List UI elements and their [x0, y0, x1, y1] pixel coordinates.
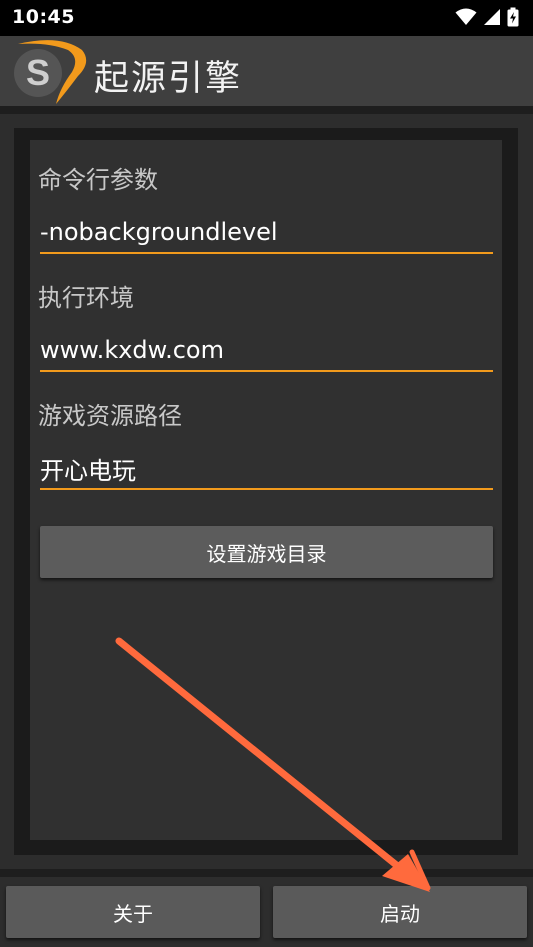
status-icons	[455, 7, 519, 27]
app-bar: S 起源引擎	[0, 36, 533, 106]
env-input[interactable]	[40, 330, 493, 372]
launch-button[interactable]: 启动	[273, 886, 527, 938]
battery-charging-icon	[507, 7, 519, 27]
cmdline-label: 命令行参数	[38, 166, 158, 194]
wifi-icon	[455, 8, 477, 25]
signal-icon	[484, 9, 500, 25]
settings-form: 命令行参数 执行环境 游戏资源路径 设置游戏目录	[30, 140, 502, 840]
status-bar: 10:45	[0, 0, 533, 36]
env-label: 执行环境	[38, 284, 134, 312]
app-bar-divider	[0, 106, 533, 114]
app-title: 起源引擎	[94, 59, 243, 99]
status-time: 10:45	[12, 6, 75, 28]
gamepath-input[interactable]	[40, 448, 493, 490]
about-button[interactable]: 关于	[6, 886, 260, 938]
gamepath-label: 游戏资源路径	[38, 402, 182, 430]
settings-panel: 命令行参数 执行环境 游戏资源路径 设置游戏目录	[14, 128, 518, 855]
cmdline-input[interactable]	[40, 212, 493, 254]
logo-letter: S	[26, 52, 50, 93]
bottom-bar-divider	[0, 869, 533, 877]
set-game-dir-button[interactable]: 设置游戏目录	[40, 526, 493, 578]
source-engine-logo: S	[14, 40, 87, 104]
